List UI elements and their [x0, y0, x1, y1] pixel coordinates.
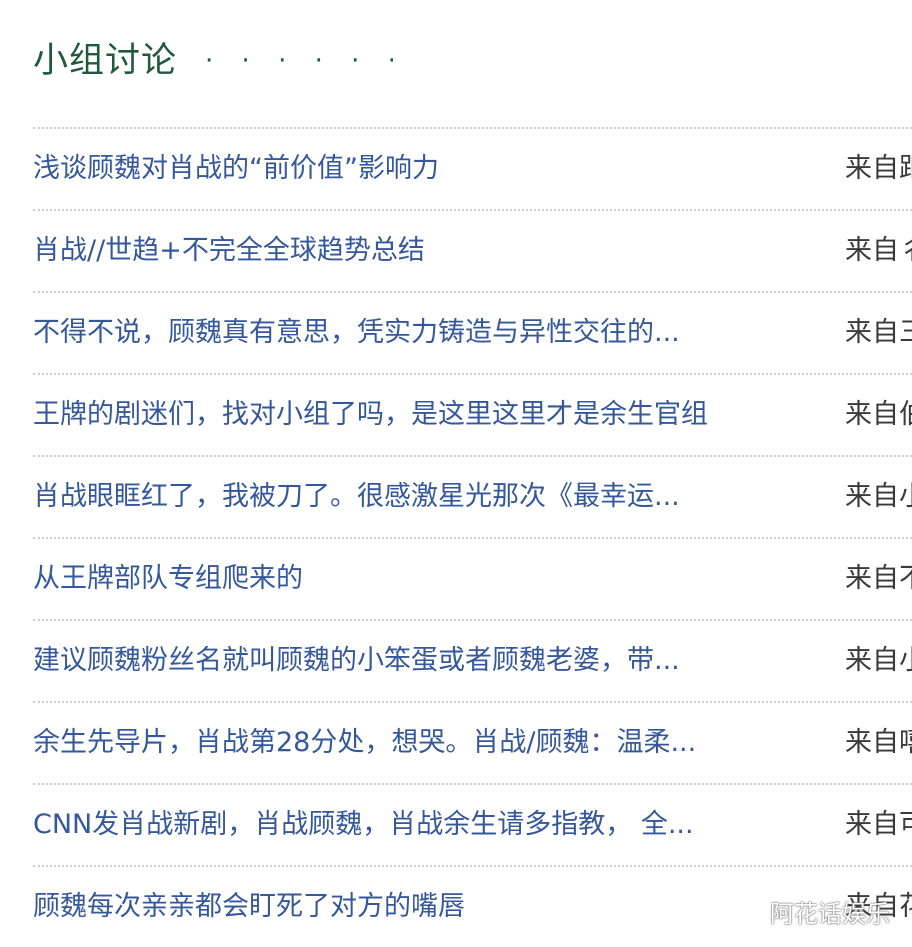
discussion-list: 浅谈顾魏对肖战的“前价值”影响力 来自距 肖战//世趋+不完全全球趋势总结 来自… — [33, 127, 912, 947]
list-item: 建议顾魏粉丝名就叫顾魏的小笨蛋或者顾魏老婆，带... 来自小 — [33, 619, 912, 701]
topic-link[interactable]: 浅谈顾魏对肖战的“前价值”影响力 — [33, 149, 439, 189]
topic-source: 来自小 — [845, 645, 912, 676]
list-item: 从王牌部队专组爬来的 来自不 — [33, 537, 912, 619]
topic-link[interactable]: 余生先导片，肖战第28分处，想哭。肖战/顾魏：温柔... — [33, 723, 696, 763]
topic-source: 来自伯 — [845, 399, 912, 430]
topic-source: 来自彳 — [845, 235, 912, 266]
section-header: 小组讨论 · · · · · · — [33, 36, 406, 86]
topic-source: 来自不 — [845, 563, 912, 594]
topic-link[interactable]: CNN发肖战新剧，肖战顾魏，肖战余生请多指教， 全... — [33, 805, 694, 845]
watermark: 阿花话娱乐 — [770, 900, 890, 928]
list-item: 肖战//世趋+不完全全球趋势总结 来自彳 — [33, 209, 912, 291]
topic-link[interactable]: 不得不说，顾魏真有意思，凭实力铸造与异性交往的... — [33, 313, 680, 353]
title-dots: · · · · · · — [205, 46, 406, 76]
list-item: 不得不说，顾魏真有意思，凭实力铸造与异性交往的... 来自三 — [33, 291, 912, 373]
section-title: 小组讨论 — [33, 41, 178, 81]
topic-source: 来自距 — [845, 153, 912, 184]
topic-link[interactable]: 从王牌部队专组爬来的 — [33, 559, 303, 599]
topic-link[interactable]: 肖战眼眶红了，我被刀了。很感激星光那次《最幸运... — [33, 477, 680, 517]
list-item: 余生先导片，肖战第28分处，想哭。肖战/顾魏：温柔... 来自嘻 — [33, 701, 912, 783]
list-item: 王牌的剧迷们，找对小组了吗，是这里这里才是余生官组 来自伯 — [33, 373, 912, 455]
topic-link[interactable]: 王牌的剧迷们，找对小组了吗，是这里这里才是余生官组 — [33, 395, 708, 435]
topic-source: 来自小 — [845, 481, 912, 512]
group-discussion-section: 小组讨论 · · · · · · 浅谈顾魏对肖战的“前价值”影响力 来自距 肖战… — [0, 0, 912, 946]
topic-link[interactable]: 肖战//世趋+不完全全球趋势总结 — [33, 231, 425, 271]
list-item: 浅谈顾魏对肖战的“前价值”影响力 来自距 — [33, 127, 912, 209]
topic-source: 来自可 — [845, 809, 912, 840]
list-item: CNN发肖战新剧，肖战顾魏，肖战余生请多指教， 全... 来自可 — [33, 783, 912, 865]
topic-source: 来自嘻 — [845, 727, 912, 758]
topic-link[interactable]: 建议顾魏粉丝名就叫顾魏的小笨蛋或者顾魏老婆，带... — [33, 641, 680, 681]
topic-link[interactable]: 顾魏每次亲亲都会盯死了对方的嘴唇 — [33, 887, 465, 927]
topic-source: 来自三 — [845, 317, 912, 348]
list-item: 肖战眼眶红了，我被刀了。很感激星光那次《最幸运... 来自小 — [33, 455, 912, 537]
